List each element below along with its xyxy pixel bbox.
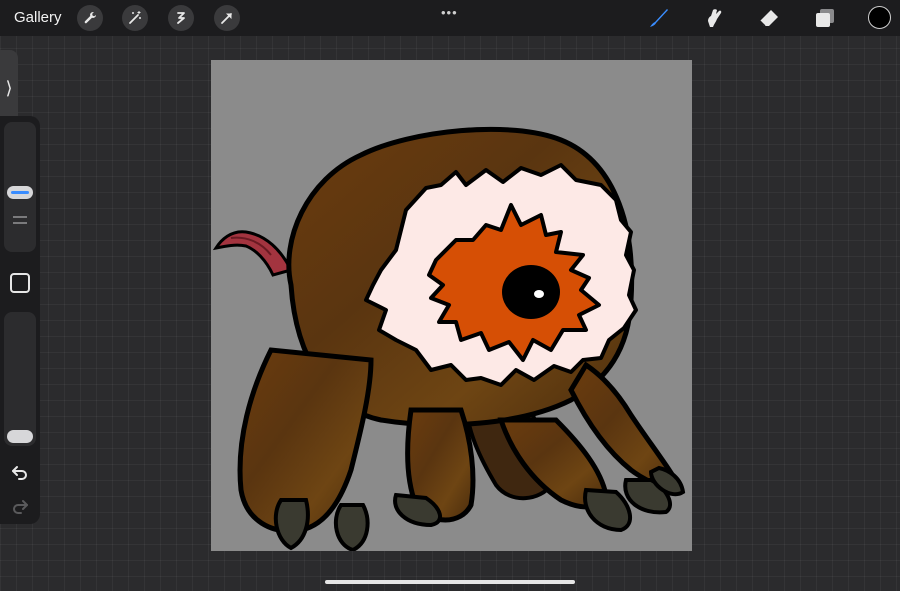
wrench-icon[interactable] xyxy=(77,5,103,31)
brush-icon[interactable] xyxy=(645,5,671,31)
modify-button[interactable] xyxy=(10,273,30,293)
redo-icon[interactable] xyxy=(10,496,30,516)
gallery-button[interactable]: Gallery xyxy=(14,9,62,26)
more-menu-button[interactable]: ••• xyxy=(441,5,458,20)
home-indicator xyxy=(325,580,575,584)
sidebar-toggle-button[interactable]: ⟩ xyxy=(0,50,18,126)
chevron-right-icon: ⟩ xyxy=(5,77,13,98)
drawing-canvas[interactable] xyxy=(211,60,692,553)
opacity-slider[interactable] xyxy=(4,312,36,446)
opacity-thumb[interactable] xyxy=(7,430,33,443)
current-color-swatch[interactable] xyxy=(868,6,891,29)
smudge-icon[interactable] xyxy=(701,5,727,31)
top-toolbar: Gallery ••• xyxy=(0,0,900,36)
layers-icon[interactable] xyxy=(812,5,838,31)
magic-wand-icon[interactable] xyxy=(122,5,148,31)
brush-size-thumb[interactable] xyxy=(7,186,33,199)
transform-arrow-icon[interactable] xyxy=(214,5,240,31)
sidebar xyxy=(0,116,40,524)
slider-grip-icon xyxy=(13,216,27,228)
brush-size-slider[interactable] xyxy=(4,122,36,252)
undo-icon[interactable] xyxy=(10,462,30,482)
eraser-icon[interactable] xyxy=(756,5,782,31)
selection-icon[interactable] xyxy=(168,5,194,31)
artwork-illustration xyxy=(212,126,686,553)
